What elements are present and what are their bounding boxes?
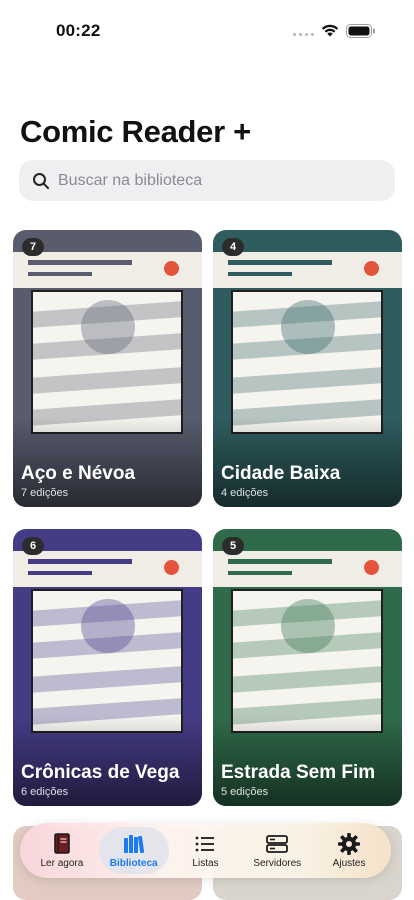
list-icon xyxy=(196,836,215,852)
issue-count-badge: 5 xyxy=(222,537,244,555)
series-title: Estrada Sem Fim xyxy=(221,762,376,783)
tab-ler-agora[interactable]: Ler agora xyxy=(27,827,97,874)
tab-ajustes[interactable]: Ajustes xyxy=(314,827,384,874)
series-subtitle: 4 edições xyxy=(221,487,269,499)
series-title: Aço e Névoa xyxy=(21,463,136,484)
issue-count-badge: 6 xyxy=(22,537,44,555)
tab-listas[interactable]: Listas xyxy=(170,827,240,874)
cover-art xyxy=(31,290,183,434)
search-icon xyxy=(33,172,49,189)
tab-label: Ler agora xyxy=(40,858,84,869)
signal-dots-icon xyxy=(293,33,314,36)
status-time: 00:22 xyxy=(56,21,101,40)
tab-label: Servidores xyxy=(253,858,302,869)
series-subtitle: 5 edições xyxy=(221,786,269,798)
card-header xyxy=(13,252,202,288)
gear-icon xyxy=(338,833,361,855)
series-card-estrada-sem-fim[interactable]: 5 Estrada Sem Fim 5 edições xyxy=(213,529,402,806)
series-subtitle: 7 edições xyxy=(21,487,69,499)
search-input[interactable] xyxy=(58,171,378,190)
cover-art xyxy=(231,589,383,733)
page-title: Comic Reader + xyxy=(20,114,251,149)
tab-label: Ajustes xyxy=(332,858,366,869)
issue-count-badge: 4 xyxy=(222,238,244,256)
tab-biblioteca[interactable]: Biblioteca xyxy=(98,827,169,874)
server-icon xyxy=(266,835,289,853)
series-card-cidade-baixa[interactable]: 4 Cidade Baixa 4 edições xyxy=(213,230,402,507)
series-title: Cidade Baixa xyxy=(221,463,341,484)
tab-bar: Ler agora Biblioteca Listas Servidores A… xyxy=(20,823,391,878)
library-icon xyxy=(123,835,144,854)
battery-icon xyxy=(346,24,375,38)
series-subtitle: 6 edições xyxy=(21,786,69,798)
wifi-icon xyxy=(321,24,339,37)
card-header xyxy=(213,551,402,587)
tab-label: Biblioteca xyxy=(109,858,158,869)
issue-count-badge: 7 xyxy=(22,238,44,256)
tab-label: Listas xyxy=(192,858,219,869)
card-header xyxy=(13,551,202,587)
series-title: Crônicas de Vega xyxy=(21,762,180,783)
series-card-cronicas-de-vega[interactable]: 6 Crônicas de Vega 6 edições xyxy=(13,529,202,806)
cover-art xyxy=(31,589,183,733)
status-bar: 00:22 xyxy=(0,0,414,54)
search-bar[interactable] xyxy=(19,160,395,201)
cover-art xyxy=(231,290,383,434)
book-icon xyxy=(54,833,70,854)
tab-servidores[interactable]: Servidores xyxy=(242,827,312,874)
series-card-aco-e-nevoa[interactable]: 7 Aço e Névoa 7 edições xyxy=(13,230,202,507)
card-header xyxy=(213,252,402,288)
